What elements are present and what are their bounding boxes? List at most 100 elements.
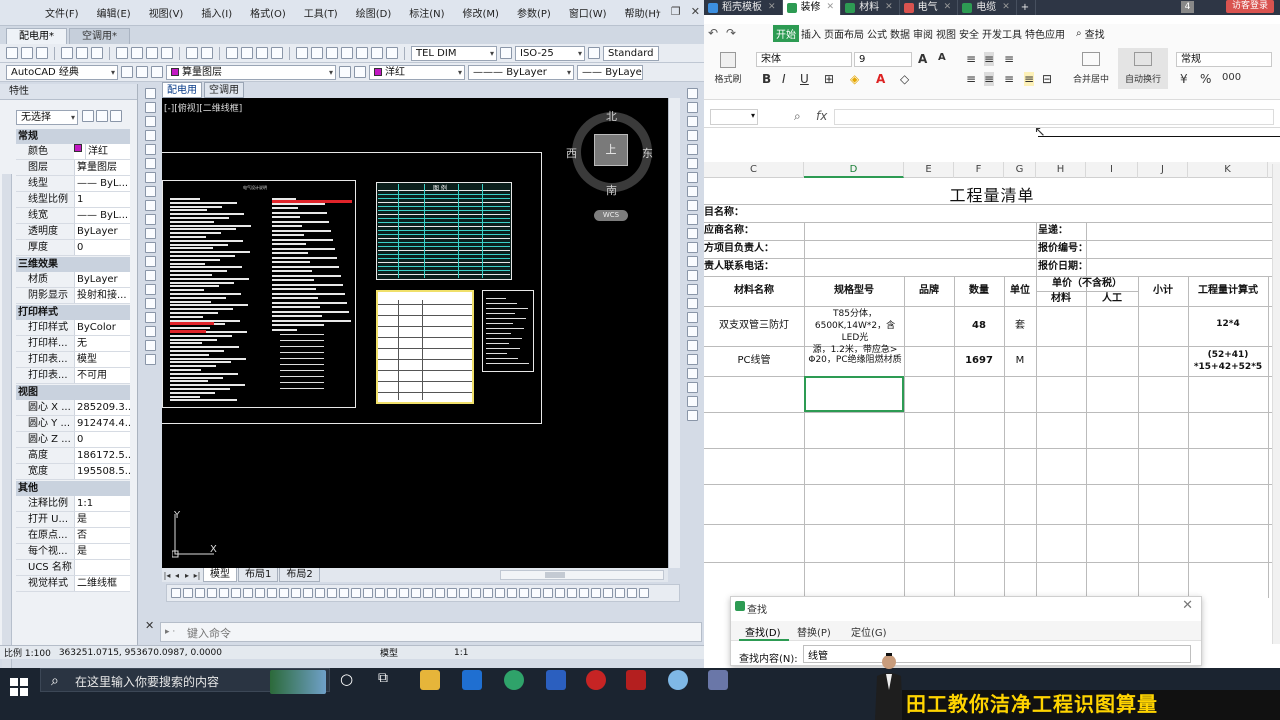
menu-dimension[interactable]: 标注(N) — [400, 5, 453, 20]
print-icon[interactable] — [61, 47, 73, 59]
tool-icon[interactable] — [219, 588, 229, 598]
unit-cell[interactable]: 套 — [1004, 306, 1036, 346]
column-header[interactable]: C — [704, 162, 804, 178]
formula-cell[interactable]: 12*4 — [1188, 318, 1268, 330]
tool-icon[interactable] — [555, 588, 565, 598]
info-label[interactable]: 方项目负责人： — [704, 240, 904, 258]
file-explorer-icon[interactable] — [420, 670, 440, 690]
ellipse-icon[interactable] — [144, 214, 156, 225]
last-tab-icon[interactable]: ▸| — [192, 571, 202, 580]
insert-block-icon[interactable] — [144, 242, 156, 253]
restore-icon[interactable]: ❐ — [671, 5, 681, 18]
spreadsheet-grid[interactable]: CDEFGHIJK 工程量清单 目名称： 应商名称： 呈递： 方项目负责人： 报价编号：… — [704, 162, 1280, 598]
cut-icon[interactable] — [116, 47, 128, 59]
viewport-label[interactable]: [-][俯视][二维线框] — [164, 101, 242, 114]
props-value[interactable]: 算量图层 — [74, 160, 130, 175]
italic-button[interactable]: I — [782, 72, 786, 86]
props-value[interactable]: —— ByL... — [74, 176, 130, 191]
prev-tab-icon[interactable]: ◂ — [172, 571, 182, 580]
tool-icon[interactable] — [291, 588, 301, 598]
props-value[interactable]: 1:1 — [74, 496, 130, 511]
word-icon[interactable] — [546, 670, 566, 690]
info-label[interactable]: 呈递： — [1038, 222, 1118, 240]
header-cell[interactable]: 规格型号 — [804, 276, 904, 306]
tab-model[interactable]: 模型 — [203, 568, 237, 582]
tool-icon[interactable] — [459, 588, 469, 598]
search-icon[interactable]: ⌕ — [1075, 28, 1083, 39]
spec-cell[interactable]: T85分体， 6500K,14W*2，含LED光 源，1.2米，带应急> — [808, 308, 902, 356]
palette-side-bar[interactable] — [2, 174, 12, 668]
file-tab[interactable]: 材料 ✕ — [841, 0, 900, 15]
modify-tool-icon[interactable] — [686, 284, 698, 295]
viewport-horizontal-scrollbar[interactable] — [500, 570, 664, 580]
props-value[interactable]: 是 — [74, 512, 130, 527]
format-painter-button[interactable]: 格式刷 — [712, 52, 744, 85]
props-row[interactable]: 线宽 —— ByL... — [16, 208, 130, 224]
publish-icon[interactable] — [91, 47, 103, 59]
viewcube-face[interactable]: 上 — [594, 134, 628, 166]
justify-icon[interactable]: ≡ — [1024, 72, 1035, 86]
props-row[interactable]: 颜色 洋红 — [16, 144, 130, 160]
hatch-icon[interactable] — [144, 284, 156, 295]
tool-icon[interactable] — [579, 588, 589, 598]
props-row[interactable]: 每个视... 是 — [16, 544, 130, 560]
polygon-icon[interactable] — [144, 130, 156, 141]
tool-icon[interactable] — [315, 588, 325, 598]
props-row[interactable]: 打开 U... 是 — [16, 512, 130, 528]
command-input[interactable] — [187, 626, 687, 640]
tool-icon[interactable] — [627, 588, 637, 598]
tab-close-icon[interactable]: ✕ — [768, 0, 776, 15]
modify-tool-icon[interactable] — [686, 354, 698, 365]
sheetset-icon[interactable] — [341, 47, 353, 59]
tab-replace[interactable]: 替换(P) — [797, 624, 831, 639]
props-row[interactable]: 线型比例 1 — [16, 192, 130, 208]
design-center-icon[interactable] — [311, 47, 323, 59]
sheet-title[interactable]: 工程量清单 — [704, 182, 1280, 206]
header-cell[interactable]: 数量 — [954, 276, 1004, 306]
align-right-icon[interactable]: ≡ — [1004, 72, 1014, 86]
tool-icon[interactable] — [183, 588, 193, 598]
doc-tab-power[interactable]: 配电用* — [6, 28, 67, 44]
underline-button[interactable]: U — [800, 72, 809, 86]
thousands-icon[interactable]: 000 — [1222, 72, 1241, 83]
dimstyle-icon[interactable] — [500, 47, 512, 59]
props-row[interactable]: 打印样式 ByColor — [16, 320, 130, 336]
search-menu[interactable]: 查找 — [1084, 26, 1106, 41]
props-value[interactable]: 洋红 — [85, 144, 130, 159]
compass-east[interactable]: 东 — [642, 145, 653, 161]
menu-params[interactable]: 参数(P) — [508, 5, 560, 20]
tool-icon[interactable] — [519, 588, 529, 598]
tool-icon[interactable] — [171, 588, 181, 598]
tool-icon[interactable] — [339, 588, 349, 598]
modify-tool-icon[interactable] — [686, 214, 698, 225]
props-value[interactable]: 0 — [74, 432, 130, 447]
menu-format[interactable]: 格式(O) — [241, 5, 295, 20]
autocad-icon[interactable] — [626, 670, 646, 690]
info-label[interactable]: 应商名称： — [704, 222, 904, 240]
props-value[interactable]: 二维线框 — [74, 576, 130, 591]
header-cell[interactable]: 人工 — [1086, 291, 1138, 306]
props-row[interactable]: 厚度 0 — [16, 240, 130, 256]
copy-icon[interactable] — [131, 47, 143, 59]
selection-select[interactable]: 无选择 ▾ — [16, 110, 78, 125]
record-icon[interactable] — [586, 670, 606, 690]
edge-icon[interactable] — [504, 670, 524, 690]
props-row[interactable]: 圆心 Z ... 0 — [16, 432, 130, 448]
tab-find[interactable]: 查找(D) — [745, 624, 781, 639]
line-icon[interactable] — [144, 88, 156, 99]
tool-icon[interactable] — [615, 588, 625, 598]
header-cell[interactable]: 单位 — [1004, 276, 1036, 306]
props-row[interactable]: 透明度 ByLayer — [16, 224, 130, 240]
tool-icon[interactable] — [639, 588, 649, 598]
store-icon[interactable] — [462, 670, 482, 690]
properties-icon[interactable] — [296, 47, 308, 59]
props-row[interactable]: 宽度 195508.5... — [16, 464, 130, 480]
wcs-menu[interactable]: WCS — [594, 210, 628, 221]
textstyle-select[interactable]: Standard — [603, 45, 659, 61]
props-value[interactable]: ByLayer — [74, 224, 130, 239]
compass-south[interactable]: 南 — [606, 182, 617, 198]
item-name-cell[interactable]: 双支双管三防灯 — [704, 306, 804, 346]
merge-center-button[interactable]: 合并居中 — [1066, 52, 1116, 85]
tab-close-icon[interactable]: ✕ — [1002, 0, 1010, 15]
cortana-icon[interactable]: ○ — [340, 670, 353, 688]
